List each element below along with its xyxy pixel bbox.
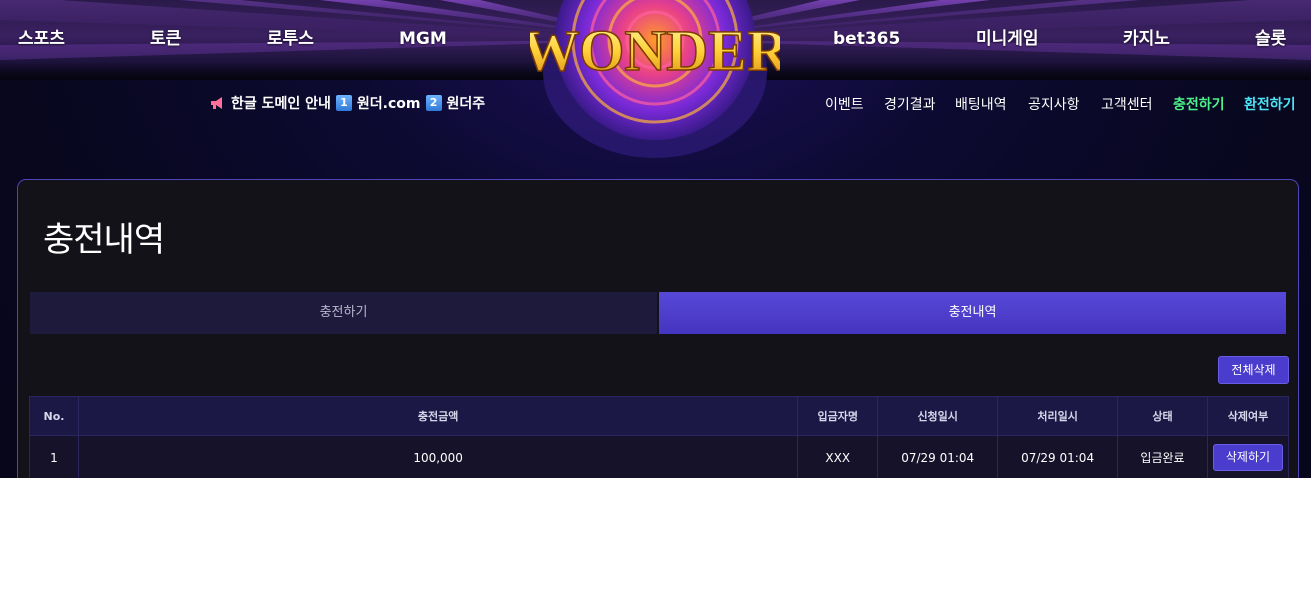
logo-emblem: WONDER [521,0,791,158]
column-header-amount: 충전금액 [77,396,799,436]
nav-item-lotus[interactable]: 로투스 [267,26,314,52]
cell-requested: 07/29 01:04 [877,435,999,478]
domain-link[interactable]: 원더주 [447,93,486,113]
submenu-notice[interactable]: 공지사항 [1028,95,1080,115]
column-header-delete: 삭제여부 [1206,396,1290,436]
submenu-bet-history[interactable]: 배팅내역 [955,95,1007,115]
cell-no: 1 [29,435,79,478]
nav-item-sports[interactable]: 스포츠 [18,26,65,52]
column-header-depositor: 입금자명 [797,396,879,436]
page-title: 충전내역 [43,220,165,260]
table-header-row: No. 충전금액 입금자명 신청일시 처리일시 상태 삭제여부 [29,396,1290,436]
cell-amount: 100,000 [77,435,799,478]
column-header-requested: 신청일시 [877,396,999,436]
deposit-history-panel: 충전내역 충전하기 충전내역 전체삭제 No. 충전금액 입금자명 신청일시 처… [17,179,1299,478]
column-header-no: No. [29,396,79,436]
app-root: 스포츠 토큰 로투스 MGM bet365 미니게임 카지노 슬롯 WONDER… [0,0,1311,478]
domain-link[interactable]: 원더.com [357,93,421,113]
nav-item-token[interactable]: 토큰 [150,26,181,52]
submenu-support[interactable]: 고객센터 [1101,95,1153,115]
tab-deposit[interactable]: 충전하기 [30,292,657,334]
logo-text: WONDER [530,18,780,83]
submenu-withdraw[interactable]: 환전하기 [1244,95,1296,115]
cell-depositor: XXX [797,435,879,478]
panel-tabs: 충전하기 충전내역 [30,292,1286,334]
delete-all-button[interactable]: 전체삭제 [1218,356,1289,384]
nav-item-bet365[interactable]: bet365 [833,26,900,52]
submenu-deposit[interactable]: 충전하기 [1173,95,1225,115]
nav-item-minigame[interactable]: 미니게임 [976,26,1039,52]
domain-notice-label: 한글 도메인 안내 [231,96,331,112]
column-header-processed: 처리일시 [997,396,1119,436]
domain-number-badge: 1 [335,95,352,111]
domain-notice: 한글 도메인 안내 1 원더.com 2 원더주 [210,92,485,114]
nav-item-slot[interactable]: 슬롯 [1255,26,1286,52]
cell-status: 입금완료 [1117,435,1208,478]
delete-row-button[interactable]: 삭제하기 [1212,444,1283,471]
table-row: 1 100,000 XXX 07/29 01:04 07/29 01:04 입금… [29,435,1290,478]
column-header-status: 상태 [1117,396,1208,436]
tab-deposit-history[interactable]: 충전내역 [659,292,1286,334]
submenu-results[interactable]: 경기결과 [884,95,936,115]
megaphone-icon [211,97,222,109]
submenu-event[interactable]: 이벤트 [825,95,864,115]
deposit-history-table: No. 충전금액 입금자명 신청일시 처리일시 상태 삭제여부 1 100,00… [29,396,1290,478]
nav-item-mgm[interactable]: MGM [399,26,447,52]
nav-item-casino[interactable]: 카지노 [1123,26,1170,52]
domain-number-badge: 2 [425,95,442,111]
site-logo[interactable]: WONDER [521,0,791,160]
cell-processed: 07/29 01:04 [997,435,1119,478]
cell-delete: 삭제하기 [1206,435,1290,478]
